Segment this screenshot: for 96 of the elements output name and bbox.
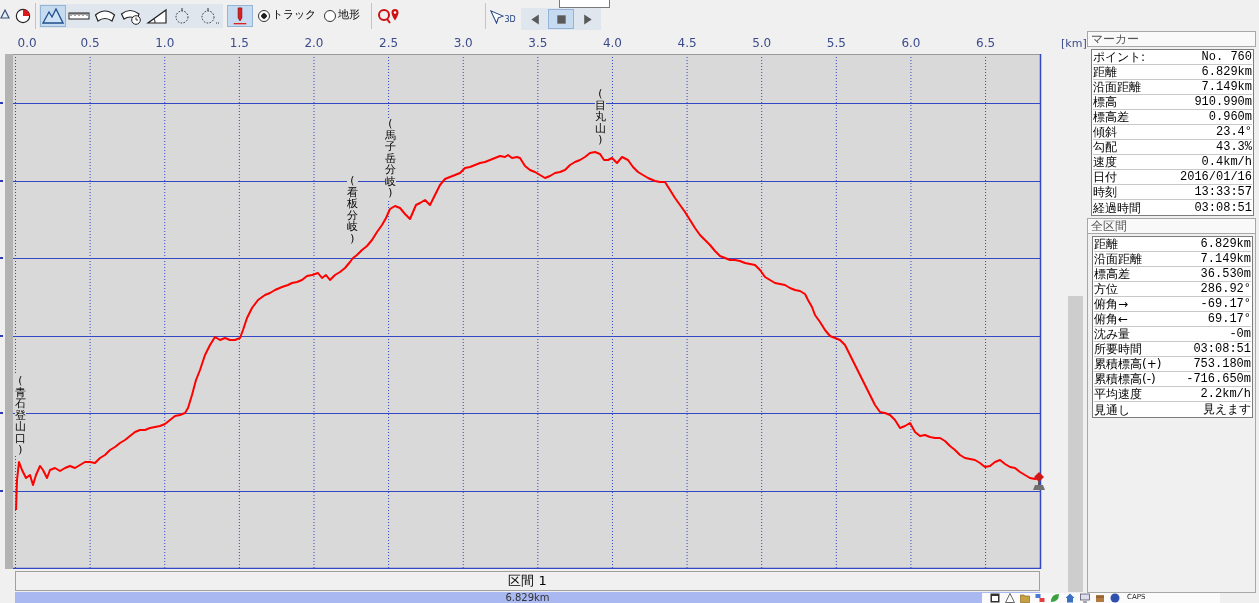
field-label: 距離: [1093, 65, 1117, 79]
panel-title: 全区間: [1088, 218, 1255, 234]
pencil-icon: [231, 5, 249, 26]
x-axis-label: 6.0: [901, 36, 921, 50]
field-value: 03:08:51: [1194, 200, 1252, 215]
field-label: 見通し: [1094, 402, 1130, 417]
field-value: 286.92°: [1200, 282, 1251, 296]
x-axis-label: 4.5: [677, 36, 697, 50]
search-pin-icon: [377, 6, 401, 25]
field-label: 平均速度: [1094, 387, 1142, 401]
x-axis-label: 1.0: [155, 36, 175, 50]
field-label: 勾配: [1093, 140, 1117, 154]
field-value: 0.960m: [1208, 110, 1252, 124]
field-value: 2.2km/h: [1200, 387, 1251, 401]
x-axis-label: 2.0: [304, 36, 324, 50]
x-axis-unit: [km]: [1061, 37, 1087, 50]
field-value: 753.180m: [1193, 357, 1251, 371]
field-label: 沿面距離: [1093, 80, 1141, 94]
waypoint-label: (青石登山口): [15, 375, 26, 456]
field-value: 6.829km: [1200, 237, 1251, 251]
waypoint-label: (看板分岐): [347, 175, 358, 245]
field-label: 沈み量: [1094, 327, 1130, 341]
field-value: -0m: [1229, 327, 1251, 341]
field-label: 所要時間: [1094, 342, 1142, 356]
radio-button[interactable]: [324, 9, 336, 22]
monitor-icon[interactable]: [1080, 593, 1090, 603]
mountain-icon: [42, 6, 64, 25]
field-value: 69.17°: [1207, 312, 1251, 326]
x-axis-label: 1.5: [229, 36, 249, 50]
waypoint-label: (目丸山): [595, 88, 606, 146]
radio-button[interactable]: [258, 9, 270, 22]
triangle-icon[interactable]: [1005, 593, 1015, 603]
field-value: 6.829km: [1201, 65, 1252, 79]
x-axis-label: 0.5: [80, 36, 100, 50]
field-value: 13:33:57: [1194, 185, 1252, 199]
field-value: 36.530m: [1200, 267, 1251, 281]
field-value: No. 760: [1201, 50, 1252, 64]
x-axis-label: 5.0: [752, 36, 772, 50]
folder-icon[interactable]: [1020, 593, 1030, 603]
field-label: 距離: [1094, 237, 1118, 251]
field-value: 23.4°: [1216, 125, 1252, 139]
x-axis-label: 5.5: [826, 36, 846, 50]
panel-title: マーカー: [1087, 31, 1256, 47]
field-value: 見えます: [1203, 402, 1251, 417]
field-value: 7.149km: [1200, 252, 1251, 266]
circle-icon[interactable]: [1110, 593, 1120, 603]
field-label: 累積標高(+): [1094, 357, 1162, 371]
distance-bar: 6.829km: [15, 592, 1040, 603]
x-axis-label: 0.0: [17, 36, 37, 50]
playback-button[interactable]: [548, 9, 574, 29]
pie-chart-icon: [15, 7, 31, 24]
field-value: 43.3%: [1216, 140, 1252, 154]
radio-label[interactable]: 地形: [338, 7, 360, 24]
radio-label[interactable]: トラック: [272, 7, 316, 24]
x-axis-label: 3.0: [453, 36, 473, 50]
x-axis-label: 6.5: [976, 36, 996, 50]
field-label: ポイント:: [1093, 50, 1146, 64]
x-axis-label: 4.0: [602, 36, 622, 50]
field-value: -69.17°: [1200, 297, 1251, 311]
slope-triangle-icon: [146, 6, 168, 25]
field-label: 標高差: [1093, 110, 1129, 124]
field-value: 910.990m: [1194, 95, 1252, 109]
view-3d-button[interactable]: 3D: [489, 4, 517, 27]
cursor-arrow-icon: [490, 9, 505, 24]
field-label: 俯角←: [1094, 312, 1129, 326]
field-label: 標高: [1093, 95, 1117, 109]
field-label: 日付: [1093, 170, 1117, 184]
waypoint-label: (馬子岳分岐): [385, 118, 396, 199]
field-label: 傾斜: [1093, 125, 1117, 139]
dotted-circle-icon: [198, 6, 220, 25]
box-icon[interactable]: [1095, 593, 1105, 603]
field-value: 0.4km/h: [1201, 155, 1252, 169]
field-label: 速度: [1093, 155, 1117, 169]
tool-button[interactable]: [40, 4, 66, 27]
x-axis-label: 3.5: [528, 36, 548, 50]
section-header: 区間 1: [15, 571, 1040, 591]
leaf-icon[interactable]: [1050, 593, 1060, 603]
house-icon[interactable]: [1065, 593, 1075, 603]
x-axis-label: 2.5: [379, 36, 399, 50]
field-label: 累積標高(-): [1094, 372, 1156, 386]
field-value: 03:08:51: [1193, 342, 1251, 356]
field-value: -716.650m: [1186, 372, 1251, 386]
field-label: 時刻: [1093, 185, 1117, 199]
field-label: 俯角→: [1094, 297, 1129, 311]
squares-icon[interactable]: [1035, 593, 1045, 603]
field-value: 2016/01/16: [1180, 170, 1252, 184]
scrollbar-thumb[interactable]: [1068, 296, 1083, 592]
field-label: 沿面距離: [1094, 252, 1142, 266]
field-label: 標高差: [1094, 267, 1130, 281]
field-label: 方位: [1094, 282, 1118, 296]
field-label: 経過時間: [1093, 200, 1141, 215]
input-field[interactable]: [559, 0, 610, 8]
window-icon[interactable]: [990, 593, 1000, 603]
marker-pin-icon: [1033, 472, 1045, 490]
pen-button[interactable]: [227, 4, 253, 27]
field-value: 7.149km: [1201, 80, 1252, 94]
